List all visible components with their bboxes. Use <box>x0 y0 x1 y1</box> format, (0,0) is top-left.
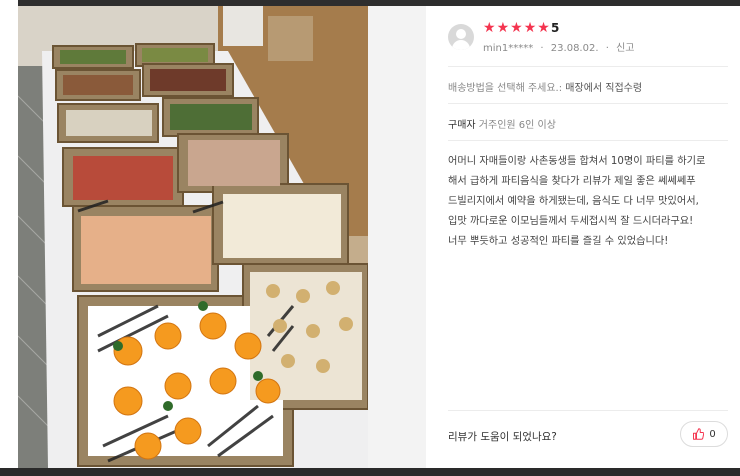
star-icon: ★ <box>537 20 550 36</box>
divider <box>448 66 728 67</box>
reviewer-name: min1***** <box>483 43 534 54</box>
star-icon: ★ <box>523 20 537 36</box>
review-date: 23.08.02. <box>550 43 599 54</box>
report-link[interactable]: 신고 <box>616 43 634 54</box>
like-button[interactable]: 0 <box>680 421 728 447</box>
rating-stars: ★ ★ ★ ★ ★ <box>483 21 550 35</box>
option-value: 매장에서 직접수령 <box>565 83 643 94</box>
meta-separator: · <box>540 43 544 54</box>
food-platters-image <box>18 6 368 468</box>
star-icon: ★ <box>496 20 510 36</box>
rating-value: 5 <box>551 21 560 35</box>
review-panel: ★ ★ ★ ★ ★ 5 min1***** · 23.08.02. · 신고 배… <box>426 6 740 468</box>
review-line: 해서 급하게 파티음식을 찾다가 리뷰가 제일 좋은 쎄쎄쎄푸 <box>448 176 696 187</box>
thumbs-up-icon <box>693 428 705 440</box>
star-icon: ★ <box>483 20 496 36</box>
option-label: 배송방법을 선택해 주세요.: <box>448 83 563 94</box>
photo-margin <box>368 6 426 468</box>
review-photo[interactable] <box>18 6 368 468</box>
default-user-icon <box>448 24 474 50</box>
star-icon: ★ <box>510 20 523 36</box>
purchase-option: 배송방법을 선택해 주세요.: 매장에서 직접수령 <box>448 79 642 94</box>
bottom-bar <box>0 468 740 476</box>
divider <box>448 410 728 411</box>
review-line: 드빌리지에서 예약을 하게됐는데, 음식도 다 너무 맛있어서, <box>448 196 699 207</box>
review-line: 입맛 까다로운 이모님들께서 두세접시씩 잘 드시더라구요! <box>448 216 694 227</box>
divider <box>448 140 728 141</box>
review-line: 너무 뿌듯하고 성공적인 파티를 즐길 수 있었습니다! <box>448 236 669 247</box>
review-meta: min1***** · 23.08.02. · 신고 <box>483 39 638 54</box>
like-count: 0 <box>709 428 716 440</box>
buyer-value: 거주인원 6인 이상 <box>478 120 556 131</box>
review-content: 어머니 자매들이랑 사촌동생들 합쳐서 10명이 파티를 하기로 해서 급하게 … <box>448 152 734 252</box>
helpful-question: 리뷰가 도움이 되었나요? <box>448 431 557 443</box>
buyer-info: 구매자 거주인원 6인 이상 <box>448 116 556 131</box>
meta-separator: · <box>605 43 609 54</box>
left-gutter <box>0 0 18 476</box>
divider <box>448 103 728 104</box>
buyer-label: 구매자 <box>448 120 476 131</box>
review-line: 어머니 자매들이랑 사촌동생들 합쳐서 10명이 파티를 하기로 <box>448 156 706 167</box>
